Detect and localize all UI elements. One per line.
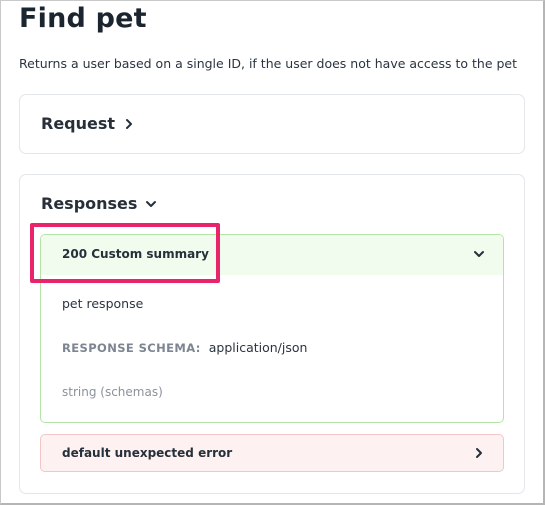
chevron-right-icon bbox=[476, 448, 482, 458]
request-section: Request bbox=[19, 94, 525, 154]
responses-label: Responses bbox=[41, 194, 138, 213]
highlight-box bbox=[30, 223, 220, 283]
chevron-down-icon bbox=[146, 200, 157, 207]
app-frame: Find pet Returns a user based on a singl… bbox=[0, 0, 545, 505]
response-schema-value: string (schemas) bbox=[62, 385, 163, 399]
responses-toggle[interactable]: Responses bbox=[41, 194, 157, 213]
response-default-label: default unexpected error bbox=[62, 446, 233, 460]
page-description: Returns a user based on a single ID, if … bbox=[19, 56, 518, 71]
responses-section: Responses 200 Custom summary pet respons… bbox=[19, 174, 525, 494]
response-schema-row: RESPONSE SCHEMA: application/json bbox=[62, 340, 307, 355]
page-title: Find pet bbox=[19, 3, 147, 34]
response-default-panel[interactable]: default unexpected error bbox=[40, 434, 504, 472]
response-description: pet response bbox=[62, 296, 144, 311]
request-toggle[interactable]: Request bbox=[41, 114, 135, 133]
response-schema-label: RESPONSE SCHEMA: bbox=[62, 341, 201, 355]
chevron-down-icon bbox=[474, 251, 484, 257]
response-schema-type: application/json bbox=[208, 340, 308, 355]
request-label: Request bbox=[41, 114, 116, 133]
chevron-right-icon bbox=[126, 118, 133, 129]
